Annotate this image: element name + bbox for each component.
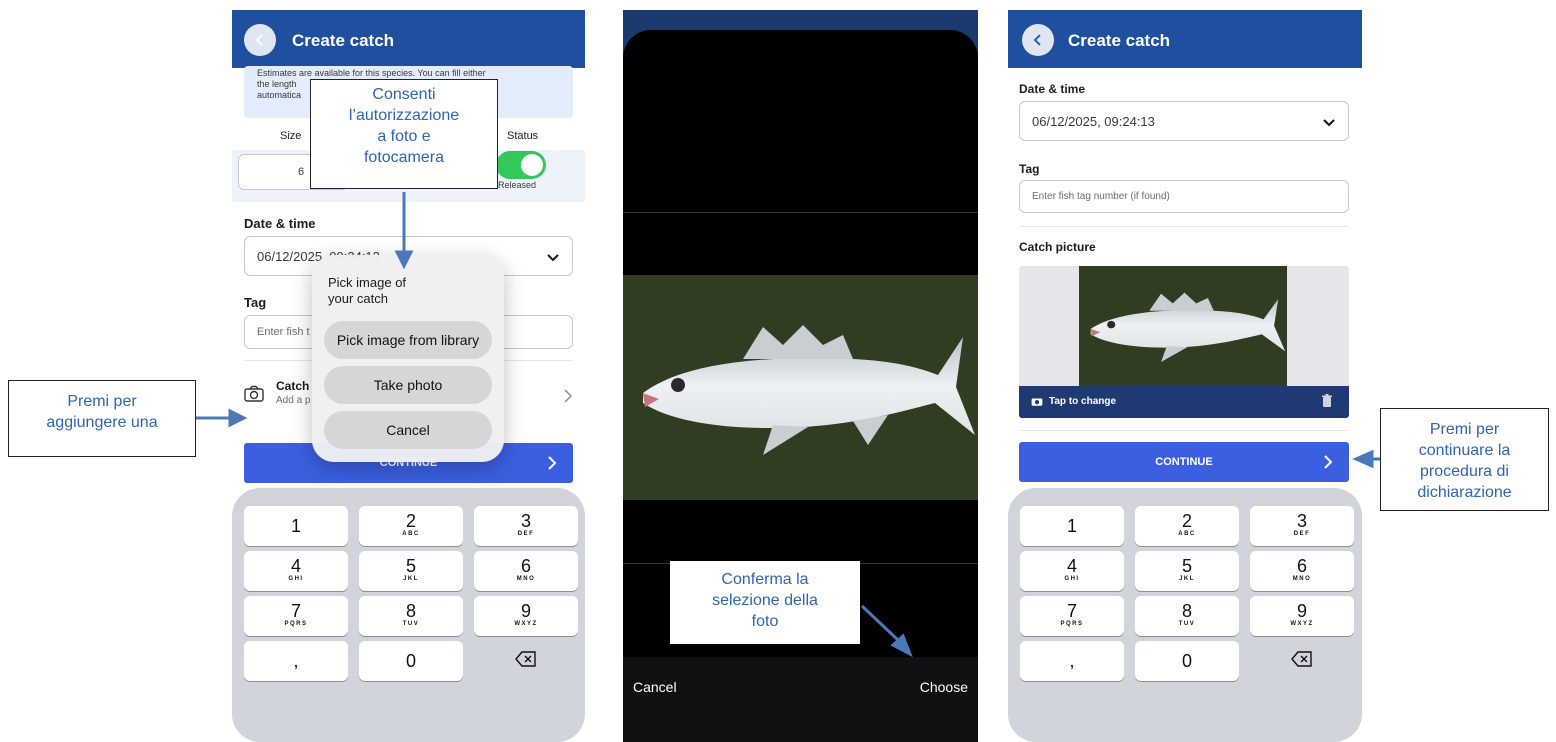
key-letters: DEF: [517, 531, 535, 537]
key-letters: ABC: [402, 531, 420, 537]
backspace-key[interactable]: [1250, 641, 1354, 681]
key-letters: MNO: [1292, 576, 1312, 582]
key-digit: ,: [293, 651, 299, 671]
key-digit: 8: [405, 601, 416, 621]
keypad-key[interactable]: 5 JKL: [1135, 551, 1239, 591]
keypad-key[interactable]: 8 TUV: [359, 596, 463, 636]
key-digit: 1: [1066, 516, 1077, 536]
backspace-key[interactable]: [474, 641, 578, 681]
keypad-key[interactable]: 9 WXYZ: [1250, 596, 1354, 636]
key-digit: 9: [1296, 601, 1307, 621]
key-letters: ABC: [1178, 531, 1196, 537]
key-digit: 7: [290, 601, 301, 621]
key-letters: PQRS: [284, 621, 308, 627]
key-letters: JKL: [1179, 576, 1195, 582]
key-digit: 9: [520, 601, 531, 621]
arrow-continue-head: [1352, 449, 1374, 469]
key-digit: 4: [290, 556, 301, 576]
keypad-key[interactable]: 0: [359, 641, 463, 681]
keypad-key[interactable]: 1: [244, 506, 348, 546]
keypad-key[interactable]: ,: [244, 641, 348, 681]
keypad-key[interactable]: 3 DEF: [474, 506, 578, 546]
key-digit: 2: [1181, 511, 1192, 531]
keypad-key[interactable]: 2 ABC: [1135, 506, 1239, 546]
key-letters: DEF: [1293, 531, 1311, 537]
key-digit: 0: [405, 651, 416, 671]
key-digit: 6: [1296, 556, 1307, 576]
key-digit: 2: [405, 511, 416, 531]
key-letters: PQRS: [1060, 621, 1084, 627]
keypad-key[interactable]: 7 PQRS: [244, 596, 348, 636]
key-digit: 7: [1066, 601, 1077, 621]
backspace-icon: [515, 651, 536, 667]
key-letters: WXYZ: [514, 621, 538, 627]
key-letters: GHI: [288, 576, 304, 582]
keypad-key[interactable]: 1: [1020, 506, 1124, 546]
key-digit: 3: [520, 511, 531, 531]
arrow-confirm: [860, 604, 900, 642]
key-letters: TUV: [402, 621, 420, 627]
keypad-key[interactable]: 0: [1135, 641, 1239, 681]
keypad-key[interactable]: 6 MNO: [1250, 551, 1354, 591]
keypad-key[interactable]: 3 DEF: [1250, 506, 1354, 546]
arrow-add-head: [228, 408, 248, 428]
key-letters: MNO: [516, 576, 536, 582]
keypad-key[interactable]: 7 PQRS: [1020, 596, 1124, 636]
keypad-key[interactable]: ,: [1020, 641, 1124, 681]
backspace-icon: [1291, 651, 1312, 667]
key-digit: 6: [520, 556, 531, 576]
key-digit: ,: [1069, 651, 1075, 671]
keypad-key[interactable]: 6 MNO: [474, 551, 578, 591]
arrow-permission-head: [394, 250, 414, 270]
key-digit: 4: [1066, 556, 1077, 576]
key-letters: GHI: [1064, 576, 1080, 582]
keypad-key[interactable]: 4 GHI: [1020, 551, 1124, 591]
key-digit: 3: [1296, 511, 1307, 531]
key-digit: 0: [1181, 651, 1192, 671]
key-digit: 5: [1181, 556, 1192, 576]
key-letters: TUV: [1178, 621, 1196, 627]
key-digit: 8: [1181, 601, 1192, 621]
keypad-key[interactable]: 4 GHI: [244, 551, 348, 591]
key-digit: 1: [290, 516, 301, 536]
keypad-key[interactable]: 9 WXYZ: [474, 596, 578, 636]
keypad-key[interactable]: 2 ABC: [359, 506, 463, 546]
key-letters: JKL: [403, 576, 419, 582]
keypad-key[interactable]: 8 TUV: [1135, 596, 1239, 636]
key-letters: WXYZ: [1290, 621, 1314, 627]
keypad-key[interactable]: 5 JKL: [359, 551, 463, 591]
key-digit: 5: [405, 556, 416, 576]
